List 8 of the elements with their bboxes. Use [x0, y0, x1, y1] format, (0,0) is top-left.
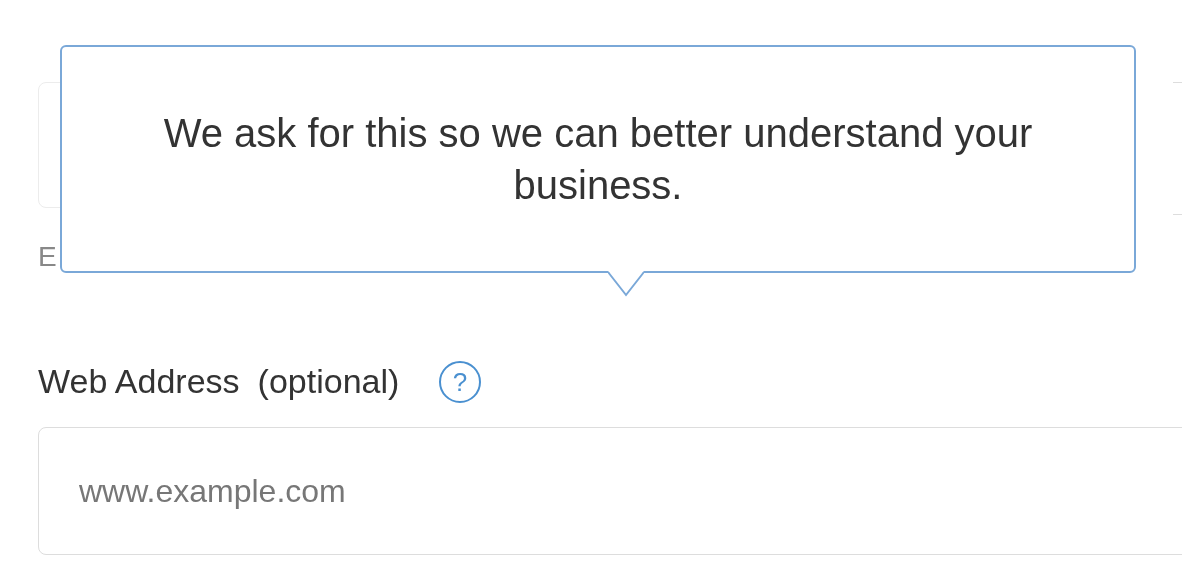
text-field[interactable] — [1173, 82, 1182, 215]
tooltip: We ask for this so we can better understand your business. — [60, 45, 1136, 273]
tooltip-arrow — [608, 271, 644, 297]
help-icon[interactable]: ? — [437, 358, 484, 405]
optional-note: (optional) — [257, 361, 400, 402]
web-address-input[interactable]: www.example.com — [38, 427, 1182, 555]
field-label: Web Address — [38, 361, 240, 402]
hint-text: E — [38, 243, 58, 273]
